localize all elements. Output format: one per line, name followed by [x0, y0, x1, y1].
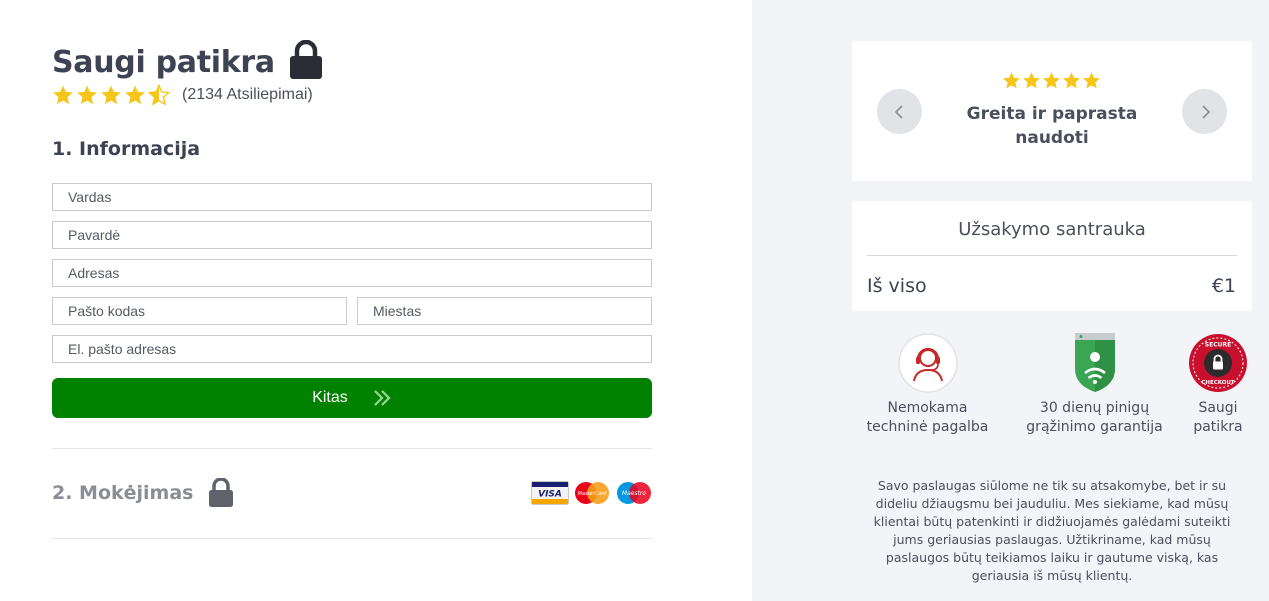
rating-stars: [52, 83, 172, 106]
star-icon: [53, 85, 73, 105]
star-icon: [125, 85, 145, 105]
review-stars: [1002, 71, 1102, 90]
section-divider: [52, 538, 652, 539]
star-icon: [1043, 72, 1060, 89]
review-count: (2134 Atsiliepimai): [182, 86, 313, 103]
city-input[interactable]: [357, 297, 652, 325]
mastercard-label: MasterCard: [578, 491, 608, 497]
mastercard-icon: MasterCard: [575, 482, 609, 504]
address-input[interactable]: [52, 259, 652, 287]
total-value: €1: [1211, 275, 1236, 297]
total-label: Iš viso: [867, 275, 927, 297]
maestro-card-icon: Maestro: [617, 482, 651, 504]
payment-section-header[interactable]: 2. Mokėjimas: [52, 478, 234, 508]
checkout-form-panel: Saugi patikra (2134 Atsiliepimai) 1. Inf…: [0, 0, 752, 601]
badge-guarantee: 30 dienų pinigų grąžinimo garantija: [1007, 333, 1182, 437]
page-header: Saugi patikra: [52, 40, 323, 82]
badge-secure: SECURE CHECKOUT Saugi patikra: [1183, 333, 1253, 437]
lock-icon: [208, 478, 233, 507]
summary-divider: [867, 255, 1237, 256]
secure-checkout-icon: SECURE CHECKOUT: [1189, 334, 1247, 392]
first-name-input[interactable]: [52, 183, 652, 211]
seal-text-bottom: CHECKOUT: [1201, 380, 1235, 386]
star-icon: [1083, 72, 1100, 89]
payment-cards: VISA MasterCard Maestro: [531, 481, 653, 505]
star-icon: [101, 85, 121, 105]
order-summary-title: Užsakymo santrauka: [958, 219, 1146, 240]
next-button[interactable]: Kitas: [52, 378, 652, 418]
star-icon: [1003, 72, 1020, 89]
maestro-label: Maestro: [622, 490, 646, 497]
star-icon: [147, 83, 171, 106]
seal-text-top: SECURE: [1205, 342, 1231, 349]
about-text: Savo paslaugas siūlome ne tik su atsakom…: [873, 478, 1231, 583]
info-section-title: 1. Informacija: [52, 138, 201, 160]
double-chevron-right-icon: [374, 390, 391, 406]
page-title: Saugi patikra: [52, 44, 275, 80]
next-button-label: Kitas: [312, 389, 348, 406]
badge-support-label: Nemokama techninė pagalba: [866, 400, 989, 435]
postal-code-input[interactable]: [52, 297, 347, 325]
visa-label: VISA: [538, 490, 562, 500]
support-agent-icon: [897, 333, 958, 393]
carousel-next-button[interactable]: [1182, 89, 1227, 134]
shield-guarantee-icon: [1074, 333, 1115, 392]
chevron-left-icon: [894, 104, 903, 119]
payment-section-title: 2. Mokėjimas: [52, 482, 194, 504]
chevron-right-icon: [1201, 104, 1210, 119]
last-name-input[interactable]: [52, 221, 652, 249]
badge-support: Nemokama techninė pagalba: [855, 333, 1000, 437]
lock-icon: [289, 40, 322, 79]
section-divider: [52, 448, 652, 449]
review-text: Greita ir paprasta naudoti: [966, 104, 1138, 148]
carousel-prev-button[interactable]: [877, 89, 922, 134]
badge-secure-label: Saugi patikra: [1193, 400, 1243, 435]
visa-card-icon: VISA: [531, 481, 569, 505]
email-input[interactable]: [52, 335, 652, 363]
rating: (2134 Atsiliepimai): [52, 83, 313, 106]
order-summary: Užsakymo santrauka Iš viso €1: [852, 201, 1252, 311]
star-icon: [1023, 72, 1040, 89]
badge-guarantee-label: 30 dienų pinigų grąžinimo garantija: [1026, 400, 1163, 435]
review-carousel: Greita ir paprasta naudoti: [852, 41, 1252, 181]
star-icon: [77, 85, 97, 105]
star-icon: [1063, 72, 1080, 89]
